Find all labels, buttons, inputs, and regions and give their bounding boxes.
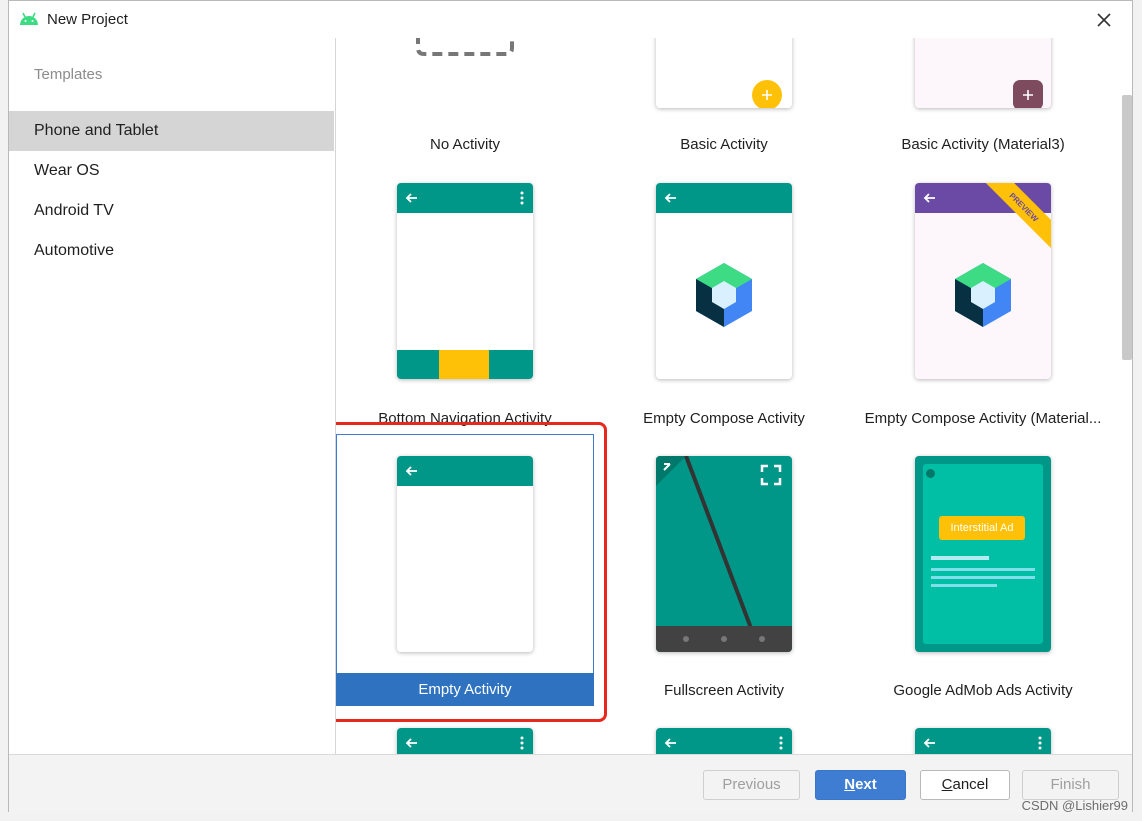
template-empty-compose-activity[interactable] bbox=[656, 183, 792, 379]
back-arrow-icon bbox=[664, 193, 676, 203]
template-gallery: No Activity Bottom Navigation Activity E… bbox=[336, 38, 1132, 754]
template-label-empty-compose-activity-material3[interactable]: Empty Compose Activity (Material... bbox=[854, 410, 1112, 427]
jetpack-compose-icon bbox=[955, 263, 1011, 327]
more-vert-icon bbox=[520, 191, 524, 205]
watermark: CSDN @Lishier99 bbox=[1021, 798, 1128, 813]
template-empty-compose-activity-material3[interactable]: PREVIEW bbox=[915, 183, 1051, 379]
template-label-no-activity[interactable]: No Activity bbox=[336, 136, 594, 153]
android-icon bbox=[20, 12, 38, 25]
cancel-mnemonic: C bbox=[941, 776, 953, 793]
vertical-scrollbar[interactable] bbox=[1122, 95, 1132, 360]
template-label-basic-activity[interactable]: Basic Activity bbox=[595, 136, 853, 153]
template-label-empty-activity[interactable]: Empty Activity bbox=[336, 673, 594, 706]
template-fullscreen-activity[interactable] bbox=[656, 456, 792, 652]
back-arrow-icon bbox=[405, 738, 417, 748]
next-mnemonic: N bbox=[844, 776, 856, 793]
sidebar-section-title: Templates bbox=[34, 66, 103, 83]
close-icon[interactable] bbox=[1092, 8, 1116, 32]
cancel-button[interactable]: Cancel bbox=[920, 770, 1010, 800]
template-label-empty-compose-activity[interactable]: Empty Compose Activity bbox=[595, 410, 853, 427]
new-project-dialog: New Project Templates Phone and Tablet W… bbox=[8, 0, 1133, 814]
back-arrow-icon bbox=[923, 738, 935, 748]
template-partial-3[interactable] bbox=[915, 728, 1051, 754]
template-basic-activity-material3[interactable] bbox=[915, 38, 1051, 108]
template-category-sidebar: Templates Phone and Tablet Wear OS Andro… bbox=[9, 38, 336, 754]
sidebar-item-wear-os[interactable]: Wear OS bbox=[9, 151, 334, 191]
template-partial-2[interactable] bbox=[656, 728, 792, 754]
template-label-fullscreen-activity[interactable]: Fullscreen Activity bbox=[595, 682, 853, 699]
finish-button[interactable]: Finish bbox=[1022, 770, 1119, 800]
template-basic-activity[interactable] bbox=[656, 38, 792, 108]
template-column-1: No Activity Bottom Navigation Activity E… bbox=[336, 38, 607, 754]
template-column-2: Basic Activity Empty Compose Activity Fu… bbox=[595, 38, 853, 754]
bottom-nav-bar bbox=[397, 350, 533, 379]
template-google-admob-ads-activity[interactable]: Interstitial Ad bbox=[915, 456, 1051, 652]
fullscreen-icon bbox=[760, 464, 782, 486]
interstitial-ad-badge: Interstitial Ad bbox=[939, 516, 1025, 540]
more-vert-icon bbox=[779, 736, 783, 750]
more-vert-icon bbox=[1038, 736, 1042, 750]
more-vert-icon bbox=[520, 736, 524, 750]
fab-add-icon bbox=[1013, 80, 1043, 108]
dialog-footer: Previous Next Cancel Finish bbox=[9, 754, 1132, 814]
back-arrow-icon bbox=[664, 738, 676, 748]
interstitial-panel: Interstitial Ad bbox=[923, 464, 1043, 644]
template-bottom-navigation-activity[interactable] bbox=[397, 183, 533, 379]
jetpack-compose-icon bbox=[696, 263, 752, 327]
previous-button[interactable]: Previous bbox=[703, 770, 800, 800]
template-column-3: Basic Activity (Material3) PREVIEW Empty… bbox=[854, 38, 1112, 754]
dialog-title: New Project bbox=[47, 11, 128, 28]
sidebar-item-automotive[interactable]: Automotive bbox=[9, 231, 334, 271]
title-bar: New Project bbox=[9, 1, 1132, 39]
template-partial-1[interactable] bbox=[397, 728, 533, 754]
next-button[interactable]: Next bbox=[815, 770, 906, 800]
no-activity-icon[interactable] bbox=[416, 38, 514, 58]
back-arrow-icon bbox=[405, 193, 417, 203]
cancel-label: ancel bbox=[952, 776, 989, 793]
next-label: ext bbox=[855, 776, 877, 793]
template-label-basic-activity-material3[interactable]: Basic Activity (Material3) bbox=[854, 136, 1112, 153]
sidebar-item-android-tv[interactable]: Android TV bbox=[9, 191, 334, 231]
fab-add-icon bbox=[752, 80, 782, 108]
template-empty-activity[interactable] bbox=[397, 456, 533, 652]
template-label-bottom-navigation-activity[interactable]: Bottom Navigation Activity bbox=[336, 410, 594, 427]
template-label-google-admob-ads-activity[interactable]: Google AdMob Ads Activity bbox=[854, 682, 1112, 699]
sidebar-item-phone-and-tablet[interactable]: Phone and Tablet bbox=[9, 111, 334, 151]
back-arrow-icon bbox=[923, 193, 935, 203]
back-arrow-icon bbox=[405, 466, 417, 476]
